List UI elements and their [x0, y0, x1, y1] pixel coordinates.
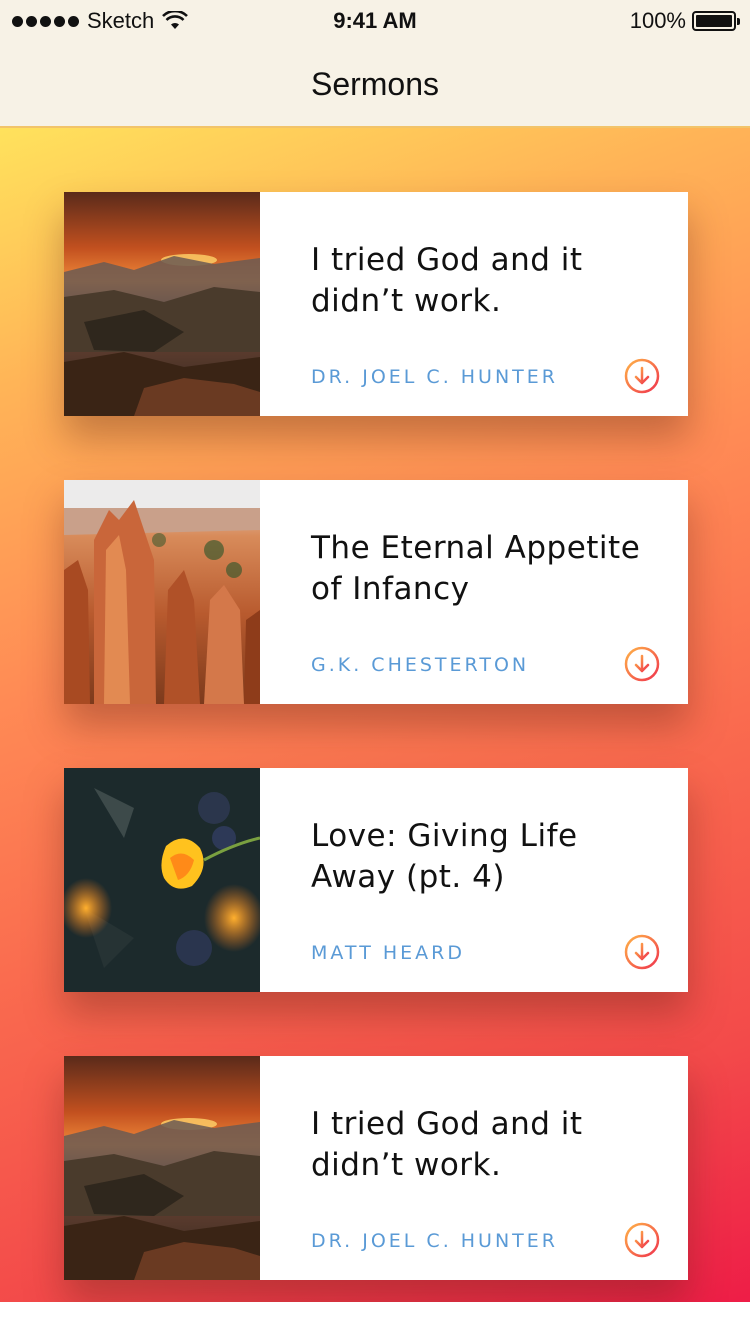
sermon-title: I tried God and it didn’t work. [311, 242, 583, 319]
download-icon[interactable] [624, 1222, 660, 1258]
hoodoo-canyon-image [64, 480, 260, 704]
sermon-title: The Eternal Appetite of Infancy [311, 530, 641, 607]
sermon-card[interactable]: I tried God and it didn’t work. DR. JOEL… [64, 1056, 688, 1280]
download-icon[interactable] [624, 358, 660, 394]
battery-percent: 100% [629, 8, 686, 33]
sermon-card-body: The Eternal Appetite of Infancy G.K. CHE… [260, 480, 688, 704]
sermon-card-body: Love: Giving Life Away (pt. 4) MATT HEAR… [260, 768, 688, 992]
sunset-canyon-image [64, 1056, 260, 1280]
download-icon[interactable] [624, 646, 660, 682]
status-right: 100% [629, 8, 740, 34]
sermon-author[interactable]: G.K. CHESTERTON [311, 654, 529, 676]
tulip-flower-image [64, 768, 260, 992]
sermon-author[interactable]: MATT HEARD [311, 942, 465, 964]
sunset-canyon-image [64, 192, 260, 416]
navigation-bar: Sermons [0, 40, 750, 128]
sermon-title: I tried God and it didn’t work. [311, 1106, 583, 1183]
bottom-area [0, 1302, 750, 1334]
sermon-card-body: I tried God and it didn’t work. DR. JOEL… [260, 192, 688, 416]
page-title: Sermons [310, 66, 440, 102]
sermon-card[interactable]: Love: Giving Life Away (pt. 4) MATT HEAR… [64, 768, 688, 992]
battery-icon [692, 11, 740, 31]
sermon-author[interactable]: DR. JOEL C. HUNTER [311, 1230, 558, 1252]
status-bar: Sketch 9:41 AM 100% [0, 0, 750, 40]
sermon-author[interactable]: DR. JOEL C. HUNTER [311, 366, 558, 388]
sermon-card[interactable]: The Eternal Appetite of Infancy G.K. CHE… [64, 480, 688, 704]
sermon-card-body: I tried God and it didn’t work. DR. JOEL… [260, 1056, 688, 1280]
sermon-card[interactable]: I tried God and it didn’t work. DR. JOEL… [64, 192, 688, 416]
download-icon[interactable] [624, 934, 660, 970]
sermon-title: Love: Giving Life Away (pt. 4) [311, 818, 578, 895]
